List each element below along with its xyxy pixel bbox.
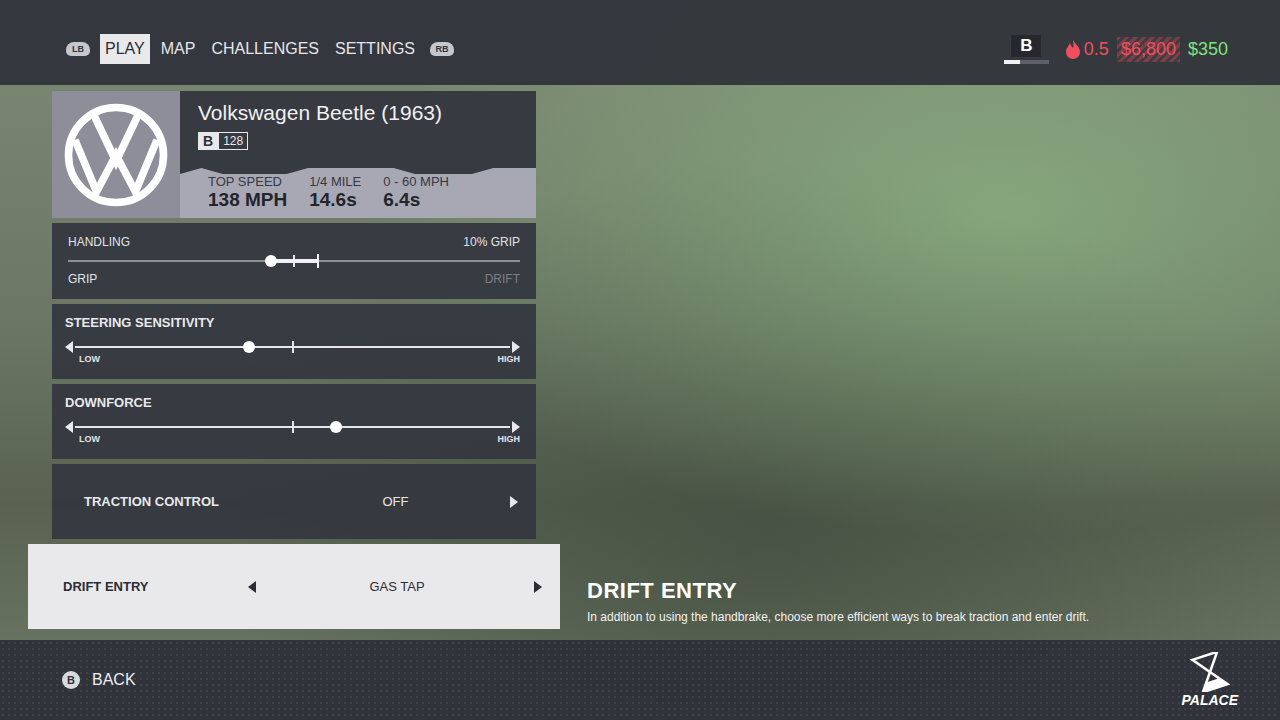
volkswagen-logo-icon (62, 101, 170, 209)
car-logo (52, 91, 180, 218)
option-label: DRIFT ENTRY (63, 579, 248, 594)
slider-panel: DOWNFORCE LOW HIGH (52, 384, 536, 459)
nav-tabs: LB PLAYMAPCHALLENGESSETTINGS RB (62, 34, 458, 63)
nav-tab[interactable]: MAP (156, 34, 201, 63)
decrease-arrow-icon[interactable] (65, 341, 73, 353)
slider-label: DOWNFORCE (65, 395, 520, 410)
help-panel: DRIFT ENTRY In addition to using the hand… (587, 578, 1089, 640)
slider-label: STEERING SENSITIVITY (65, 315, 520, 330)
slider-panel: STEERING SENSITIVITY LOW HIGH (52, 304, 536, 379)
increase-arrow-icon[interactable] (512, 421, 520, 433)
nav-tab[interactable]: SETTINGS (330, 34, 420, 63)
rank-progress-fill (1004, 60, 1020, 64)
setting-slider[interactable] (75, 420, 510, 434)
help-description: In addition to using the handbrake, choo… (587, 610, 1089, 624)
rank-progress (1004, 60, 1049, 64)
car-info: Volkswagen Beetle (1963) B128 TOP SPEED138… (180, 91, 536, 218)
back-button[interactable]: BBACK (62, 671, 136, 689)
heat-level: 0.5 (1065, 39, 1109, 60)
handling-panel: HANDLING 10% GRIP GRIP DRIFT (52, 223, 536, 299)
handling-slider[interactable] (68, 254, 520, 268)
rank-badge: B (1011, 35, 1041, 57)
handling-reading: 10% GRIP (463, 235, 520, 249)
option-label: TRACTION CONTROL (84, 494, 269, 509)
footer-bar: BBACK PALACE (0, 640, 1280, 720)
option-row[interactable]: DRIFT ENTRY GAS TAP (28, 544, 560, 629)
top-bar: LB PLAYMAPCHALLENGESSETTINGS RB B 0.5 $6,800 $… (0, 0, 1280, 85)
main-area: Volkswagen Beetle (1963) B128 TOP SPEED138… (0, 85, 1280, 640)
default-tick (292, 341, 294, 353)
car-stat: TOP SPEED138 MPH (208, 174, 287, 214)
class-letter: B (198, 132, 218, 150)
handling-end-label: DRIFT (485, 272, 520, 286)
flame-icon (1065, 39, 1081, 59)
option-value: OFF (281, 494, 510, 509)
increase-arrow-icon[interactable] (512, 341, 520, 353)
option-value: GAS TAP (260, 579, 534, 594)
car-stats: TOP SPEED138 MPH 1/4 MILE14.6s 0 - 60 MPH6… (180, 168, 536, 218)
next-arrow-icon[interactable] (534, 581, 542, 593)
car-class: B128 (198, 132, 518, 150)
car-stat: 1/4 MILE14.6s (309, 174, 361, 214)
palace-logo: PALACE (1181, 652, 1238, 708)
car-stat: 0 - 60 MPH6.4s (383, 174, 449, 214)
setting-slider[interactable] (75, 340, 510, 354)
next-arrow-icon[interactable] (510, 496, 518, 508)
cash-amount: $350 (1188, 39, 1228, 60)
slider-end-label: LOW (79, 434, 100, 444)
right-bumper-button[interactable]: RB (430, 42, 454, 56)
option-row[interactable]: TRACTION CONTROL OFF (52, 464, 536, 539)
handling-label: HANDLING (68, 235, 130, 249)
previous-arrow-icon[interactable] (248, 581, 256, 593)
decrease-arrow-icon[interactable] (65, 421, 73, 433)
tuning-screen: LB PLAYMAPCHALLENGESSETTINGS RB B 0.5 $6,800 $… (0, 0, 1280, 720)
handling-end-label: GRIP (68, 272, 97, 286)
car-card: Volkswagen Beetle (1963) B128 TOP SPEED138… (52, 91, 536, 218)
class-rating: 128 (218, 132, 248, 150)
rank: B (1004, 35, 1049, 64)
palace-hourglass-icon (1187, 652, 1233, 692)
nav-tab[interactable]: CHALLENGES (206, 34, 324, 63)
nav-tab[interactable]: PLAY (100, 34, 150, 63)
slider-end-label: LOW (79, 354, 100, 364)
slider-knob[interactable] (243, 341, 255, 353)
left-bumper-button[interactable]: LB (66, 42, 90, 56)
settings-column: Volkswagen Beetle (1963) B128 TOP SPEED138… (28, 91, 560, 640)
slider-range (271, 259, 316, 263)
range-end-tick (317, 254, 319, 268)
status-group: B 0.5 $6,800 $350 (1004, 35, 1228, 64)
help-title: DRIFT ENTRY (587, 578, 1089, 604)
slider-knob[interactable] (330, 421, 342, 433)
car-name: Volkswagen Beetle (1963) (198, 101, 518, 125)
slider-end-label: HIGH (498, 434, 521, 444)
back-key: B (62, 671, 80, 689)
wager-amount: $6,800 (1117, 37, 1180, 62)
slider-knob[interactable] (265, 255, 277, 267)
default-tick (292, 421, 294, 433)
slider-end-label: HIGH (498, 354, 521, 364)
